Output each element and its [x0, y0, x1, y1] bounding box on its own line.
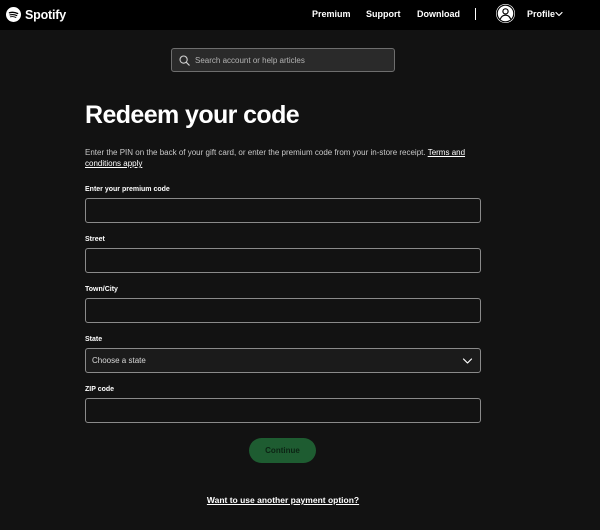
intro-text: Enter the PIN on the back of your gift c… — [85, 147, 485, 169]
intro-description: Enter the PIN on the back of your gift c… — [85, 148, 428, 157]
street-input[interactable] — [85, 248, 481, 273]
continue-button[interactable]: Continue — [249, 438, 316, 463]
search-icon — [179, 55, 190, 66]
premium-code-label: Enter your premium code — [85, 186, 170, 193]
profile-menu-label[interactable]: Profile — [527, 9, 555, 19]
town-city-input[interactable] — [85, 298, 481, 323]
spotify-logo-icon — [6, 7, 21, 22]
state-label: State — [85, 336, 103, 343]
nav-divider — [475, 8, 476, 20]
chevron-down-icon — [462, 358, 473, 364]
logo-wordmark: Spotify — [25, 7, 66, 22]
page-title: Redeem your code — [85, 101, 300, 129]
nav-premium-link[interactable]: Premium — [312, 9, 351, 19]
search-input[interactable] — [195, 49, 390, 71]
zip-code-label: ZIP code — [85, 386, 115, 393]
state-select[interactable]: Choose a state — [85, 348, 481, 373]
zip-code-input[interactable] — [85, 398, 481, 423]
user-icon — [496, 4, 515, 23]
state-select-value: Choose a state — [92, 356, 146, 365]
spotify-logo[interactable]: Spotify — [6, 7, 66, 22]
premium-code-input[interactable] — [85, 198, 481, 223]
other-payment-option-link[interactable]: Want to use another payment option? — [0, 495, 566, 505]
nav-download-link[interactable]: Download — [417, 9, 460, 19]
chevron-down-icon[interactable] — [555, 10, 563, 18]
top-navigation-bar: Spotify Premium Support Download Profile — [0, 0, 600, 30]
profile-avatar-icon[interactable] — [496, 4, 515, 23]
town-city-label: Town/City — [85, 286, 118, 293]
help-search-box[interactable] — [171, 48, 395, 72]
nav-support-link[interactable]: Support — [366, 9, 401, 19]
street-label: Street — [85, 236, 105, 243]
